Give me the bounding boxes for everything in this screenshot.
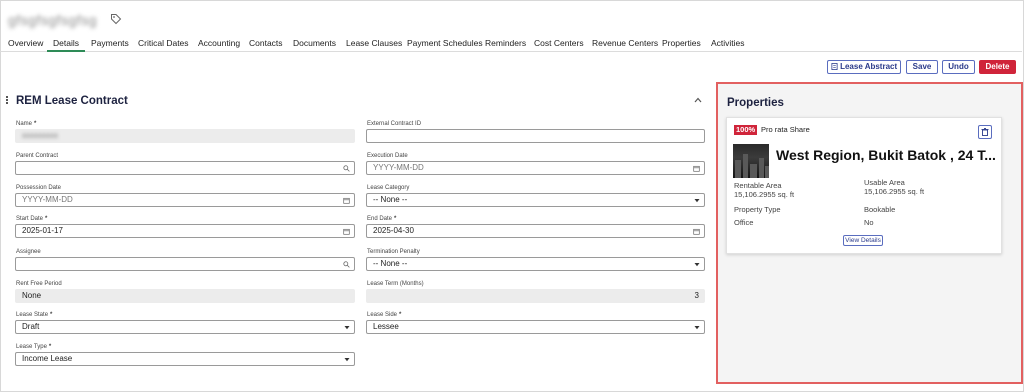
parent-contract-label: Parent Contract: [16, 153, 59, 159]
lease-state-select[interactable]: Draft: [15, 320, 355, 334]
bookable-value: No: [864, 218, 874, 227]
chevron-down-icon: [694, 326, 700, 330]
view-details-button[interactable]: View Details: [843, 235, 883, 246]
section-title: REM Lease Contract: [16, 95, 128, 107]
rentable-area-label: Rentable Area: [734, 181, 782, 190]
delete-button[interactable]: Delete: [979, 60, 1016, 74]
undo-button[interactable]: Undo: [942, 60, 975, 74]
lease-category-label: Lease Category: [367, 185, 410, 191]
bookable-label: Bookable: [864, 205, 896, 214]
property-thumbnail: [733, 144, 769, 178]
chevron-down-icon: [694, 199, 700, 203]
calendar-icon: [693, 228, 700, 235]
lease-side-select[interactable]: Lessee: [366, 320, 705, 334]
execution-date-input[interactable]: YYYY-MM-DD: [366, 161, 705, 175]
tab-bar: Overview Details Payments Critical Dates…: [0, 36, 1022, 52]
possession-date-label: Possession Date: [16, 185, 62, 191]
chevron-down-icon: [344, 326, 350, 330]
pro-rata-badge: 100%: [734, 125, 758, 135]
rentable-area-value: 15,106.2955 sq. ft: [734, 190, 795, 199]
save-button[interactable]: Save: [906, 60, 938, 74]
chevron-up-icon[interactable]: [693, 96, 703, 104]
rent-free-period-label: Rent Free Period: [16, 281, 62, 287]
assignee-label: Assignee: [16, 249, 41, 255]
tab-payments[interactable]: Payments: [91, 36, 129, 52]
termination-penalty-label: Termination Penalty: [367, 249, 420, 255]
tab-reminders[interactable]: Reminders: [485, 36, 526, 52]
calendar-icon: [343, 197, 350, 204]
calendar-icon: [343, 228, 350, 235]
tab-contacts[interactable]: Contacts: [249, 36, 283, 52]
tab-activities[interactable]: Activities: [711, 36, 745, 52]
property-name[interactable]: West Region, Bukit Batok , 24 T...: [776, 147, 996, 163]
usable-area-label: Usable Area: [864, 178, 905, 187]
name-label: Name *: [16, 121, 37, 127]
trash-icon: [981, 128, 989, 136]
start-date-input[interactable]: 2025-01-17: [15, 224, 355, 238]
chevron-down-icon: [694, 263, 700, 267]
usable-area-value: 15,106.2955 sq. ft: [864, 187, 925, 196]
lease-category-select[interactable]: -- None --: [366, 193, 705, 207]
parent-contract-input[interactable]: [15, 161, 355, 175]
lease-type-label: Lease Type *: [16, 344, 52, 350]
lease-state-label: Lease State *: [16, 312, 53, 318]
possession-date-input[interactable]: YYYY-MM-DD: [15, 193, 355, 207]
tab-revenue-centers[interactable]: Revenue Centers: [592, 36, 658, 52]
assignee-input[interactable]: [15, 257, 355, 271]
tab-cost-centers[interactable]: Cost Centers: [534, 36, 584, 52]
end-date-input[interactable]: 2025-04-30: [366, 224, 705, 238]
execution-date-label: Execution Date: [367, 153, 408, 159]
property-type-label: Property Type: [734, 205, 781, 214]
end-date-label: End Date *: [367, 216, 397, 222]
search-icon: [343, 261, 350, 268]
tab-lease-clauses[interactable]: Lease Clauses: [346, 36, 402, 52]
delete-property-button[interactable]: [978, 125, 992, 139]
lease-term-label: Lease Term (Months): [367, 281, 424, 287]
start-date-label: Start Date *: [16, 216, 48, 222]
tab-accounting[interactable]: Accounting: [198, 36, 240, 52]
lease-abstract-button[interactable]: Lease Abstract: [827, 60, 901, 74]
external-contract-id-label: External Contract ID: [367, 121, 422, 127]
tab-overview[interactable]: Overview: [8, 36, 43, 52]
properties-title: Properties: [727, 97, 784, 109]
tab-documents[interactable]: Documents: [293, 36, 336, 52]
lease-type-select[interactable]: Income Lease: [15, 352, 355, 366]
chevron-down-icon: [344, 358, 350, 362]
record-title: gfsgfsgfsgfsg: [8, 12, 97, 28]
property-type-value: Office: [734, 218, 754, 227]
lease-side-label: Lease Side *: [367, 312, 402, 318]
pro-rata-label: Pro rata Share: [761, 125, 810, 134]
termination-penalty-select[interactable]: -- None --: [366, 257, 705, 271]
drag-handle-icon[interactable]: [6, 96, 8, 104]
lease-term-field: 3: [366, 289, 705, 303]
calendar-icon: [693, 165, 700, 172]
rent-free-period-field: None: [15, 289, 355, 303]
lease-abstract-label: Lease Abstract: [840, 62, 898, 71]
document-icon: [831, 63, 838, 70]
name-input[interactable]: xxxxxxxxx: [15, 129, 355, 143]
tab-details[interactable]: Details: [47, 36, 85, 52]
tab-payment-schedules[interactable]: Payment Schedules: [407, 36, 483, 52]
external-contract-id-input[interactable]: [366, 129, 705, 143]
tab-properties[interactable]: Properties: [662, 36, 701, 52]
tab-critical-dates[interactable]: Critical Dates: [138, 36, 189, 52]
search-icon: [343, 165, 350, 172]
tag-icon[interactable]: [110, 13, 122, 25]
